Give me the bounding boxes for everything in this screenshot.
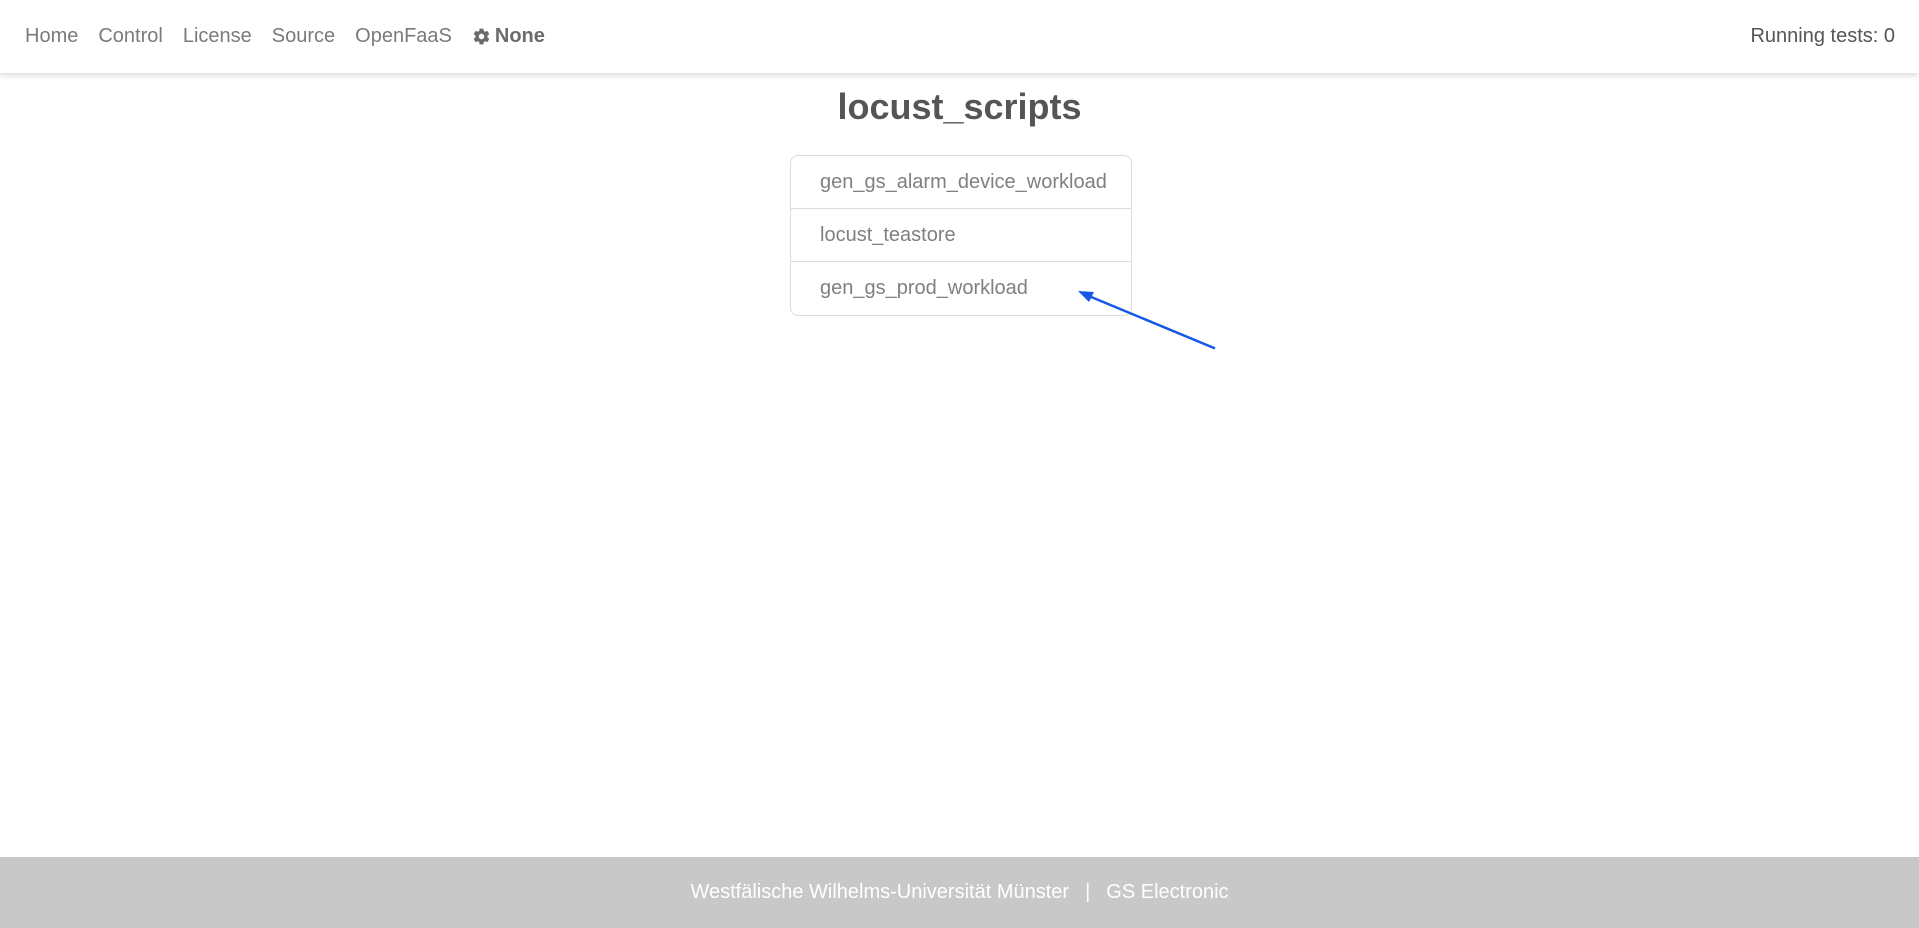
- nav-openfaas-link[interactable]: OpenFaaS: [355, 25, 452, 48]
- annotation-arrow-shaft: [1082, 292, 1216, 350]
- running-tests-status: Running tests: 0: [1750, 25, 1895, 47]
- footer-company: GS Electronic: [1106, 881, 1229, 903]
- nav-license-link[interactable]: License: [183, 25, 252, 48]
- nav-source-link[interactable]: Source: [272, 25, 335, 48]
- settings-dropdown[interactable]: None: [472, 25, 545, 48]
- script-item-teastore[interactable]: locust_teastore: [791, 209, 1131, 262]
- top-navbar: Home Control License Source OpenFaaS Non…: [0, 0, 1919, 73]
- footer-separator: |: [1085, 881, 1091, 903]
- script-item-alarm-device[interactable]: gen_gs_alarm_device_workload: [791, 156, 1131, 209]
- gear-icon: [473, 28, 490, 45]
- nav-control-link[interactable]: Control: [98, 25, 162, 48]
- nav-links: Home Control License Source OpenFaaS Non…: [25, 0, 545, 73]
- annotation-arrow-head: [1078, 291, 1094, 302]
- page-title: locust_scripts: [837, 86, 1082, 127]
- footer-university: Westfälische Wilhelms-Universität Münste…: [690, 881, 1070, 903]
- footer: Westfälische Wilhelms-Universität Münste…: [0, 857, 1919, 928]
- settings-label: None: [494, 25, 545, 47]
- annotation-arrow-icon: [1078, 291, 1216, 350]
- nav-home-link[interactable]: Home: [25, 25, 78, 48]
